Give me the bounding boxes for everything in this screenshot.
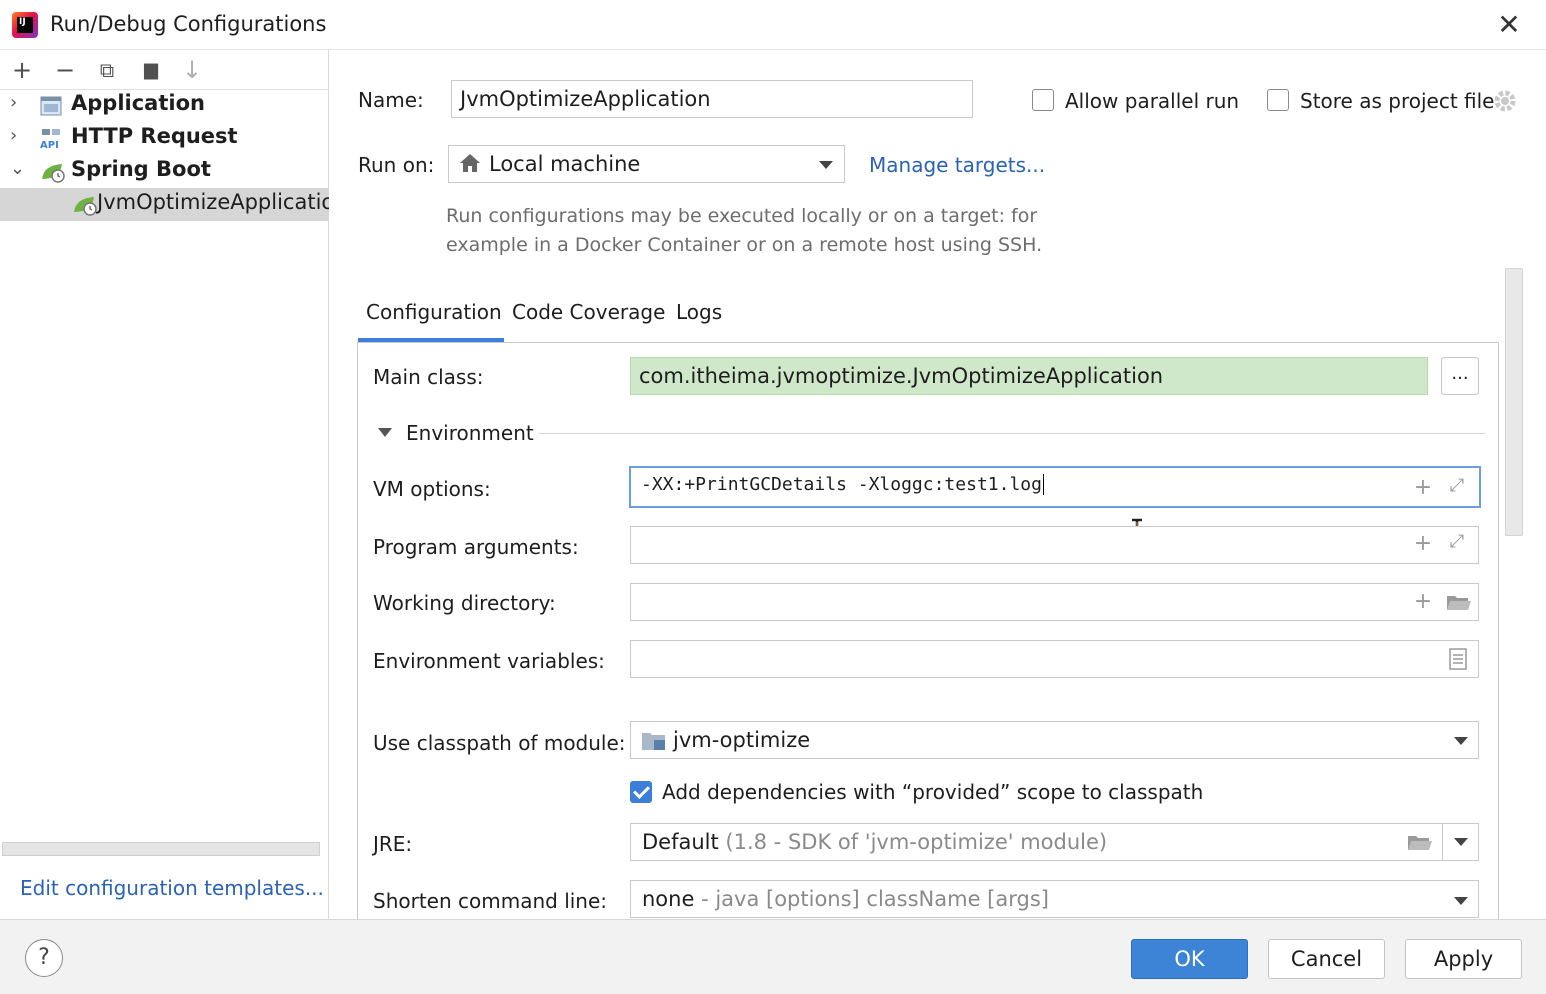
- window-title: Run/Debug Configurations: [50, 12, 327, 36]
- shorten-command-line-dropdown[interactable]: none - java [options] className [args]: [630, 880, 1479, 918]
- module-folder-icon: [641, 730, 667, 752]
- add-provided-dependencies-checkbox[interactable]: [630, 781, 652, 803]
- expand-field-icon[interactable]: ⤢: [1444, 531, 1470, 552]
- tab-configuration[interactable]: Configuration: [366, 300, 502, 324]
- expand-plus-icon[interactable]: +: [1410, 531, 1436, 556]
- tree-horizontal-scrollbar[interactable]: [2, 842, 320, 856]
- run-on-value: Local machine: [489, 152, 641, 176]
- add-provided-dependencies-label[interactable]: Add dependencies with “provided” scope t…: [662, 780, 1203, 804]
- spring-boot-icon: [40, 161, 65, 183]
- vm-options-label: VM options:: [373, 477, 491, 501]
- intellij-logo-icon: IJ: [12, 12, 38, 38]
- jre-hint: (1.8 - SDK of 'jvm-optimize' module): [725, 830, 1108, 854]
- main-class-label: Main class:: [373, 365, 484, 389]
- chevron-down-icon[interactable]: [819, 161, 833, 169]
- tab-code-coverage[interactable]: Code Coverage: [512, 300, 665, 324]
- working-directory-label: Working directory:: [373, 591, 556, 615]
- copy-icon[interactable]: ⧉: [93, 56, 121, 84]
- tree-item-label: Spring Boot: [71, 157, 211, 181]
- jre-value: Default: [642, 830, 719, 854]
- home-icon: [459, 153, 481, 173]
- tree-item-label: Application: [71, 91, 205, 115]
- allow-parallel-run-label[interactable]: Allow parallel run: [1065, 89, 1239, 113]
- name-input[interactable]: JvmOptimizeApplication: [451, 80, 973, 118]
- folder-open-icon[interactable]: [1446, 592, 1472, 612]
- store-as-project-file-label[interactable]: Store as project file: [1300, 89, 1494, 113]
- help-button[interactable]: ?: [25, 939, 63, 977]
- spring-boot-app-icon: [72, 194, 97, 216]
- classpath-module-value: jvm-optimize: [673, 728, 811, 752]
- environment-variables-input[interactable]: [630, 640, 1479, 678]
- working-directory-input[interactable]: [630, 583, 1479, 621]
- classpath-module-label: Use classpath of module:: [373, 731, 626, 755]
- collapse-triangle-icon[interactable]: [378, 428, 392, 437]
- section-divider: [539, 433, 1485, 434]
- application-icon: [40, 95, 62, 117]
- environment-section-label[interactable]: Environment: [406, 421, 534, 445]
- jre-label: JRE:: [373, 832, 413, 856]
- tree-item-spring-boot[interactable]: ⌄ Spring Boot: [0, 155, 329, 188]
- chevron-down-icon[interactable]: ⌄: [10, 158, 28, 179]
- edit-configuration-templates-link[interactable]: Edit configuration templates...: [20, 876, 324, 900]
- classpath-module-dropdown[interactable]: jvm-optimize: [630, 721, 1479, 759]
- run-on-dropdown[interactable]: Local machine: [448, 145, 845, 183]
- run-on-label: Run on:: [358, 153, 435, 177]
- expand-field-icon[interactable]: ⤢: [1444, 475, 1470, 496]
- store-as-project-file-checkbox[interactable]: [1267, 89, 1289, 111]
- vertical-scrollbar[interactable]: [1505, 268, 1523, 536]
- chevron-right-icon[interactable]: ›: [10, 92, 28, 113]
- gear-icon[interactable]: [1492, 88, 1518, 114]
- run-on-help-text: Run configurations may be executed local…: [446, 205, 1043, 256]
- program-arguments-label: Program arguments:: [373, 535, 579, 559]
- main-class-input[interactable]: com.itheima.jvmoptimize.JvmOptimizeAppli…: [630, 357, 1428, 395]
- shorten-value: none: [642, 887, 695, 911]
- manage-targets-link[interactable]: Manage targets...: [869, 153, 1045, 177]
- sort-icon[interactable]: ↓: [178, 56, 206, 84]
- api-icon: API: [40, 128, 62, 151]
- chevron-down-icon[interactable]: [1454, 838, 1468, 846]
- insert-macro-plus-icon[interactable]: +: [1410, 589, 1436, 614]
- add-icon[interactable]: +: [8, 56, 36, 84]
- svg-text:API: API: [40, 140, 59, 150]
- tree-item-jvm-optimize-application[interactable]: JvmOptimizeApplication: [0, 188, 329, 221]
- folder-open-icon[interactable]: [1407, 832, 1433, 852]
- shorten-hint: - java [options] className [args]: [701, 887, 1049, 911]
- vm-options-input[interactable]: -XX:+PrintGCDetails -Xloggc:test1.log: [629, 466, 1481, 508]
- ok-button[interactable]: OK: [1131, 939, 1248, 979]
- tree-item-application[interactable]: › Application: [0, 89, 329, 122]
- cancel-button[interactable]: Cancel: [1268, 939, 1385, 979]
- tree-item-http-request[interactable]: › API HTTP Request: [0, 122, 329, 155]
- folder-icon[interactable]: ▆: [137, 56, 165, 84]
- apply-button[interactable]: Apply: [1405, 939, 1522, 979]
- program-arguments-input[interactable]: [630, 526, 1479, 564]
- tree-item-label: JvmOptimizeApplication: [97, 190, 329, 214]
- edit-list-icon[interactable]: [1449, 648, 1467, 670]
- shorten-command-line-label: Shorten command line:: [373, 889, 608, 913]
- environment-variables-label: Environment variables:: [373, 649, 605, 673]
- vm-options-value: -XX:+PrintGCDetails -Xloggc:test1.log: [641, 474, 1042, 495]
- expand-plus-icon[interactable]: +: [1410, 475, 1436, 500]
- chevron-right-icon[interactable]: ›: [10, 125, 28, 146]
- jre-input[interactable]: Default (1.8 - SDK of 'jvm-optimize' mod…: [630, 823, 1443, 861]
- text-cursor: [1042, 474, 1044, 495]
- remove-icon[interactable]: −: [51, 56, 79, 84]
- tree-item-label: HTTP Request: [71, 124, 238, 148]
- browse-main-class-button[interactable]: ...: [1441, 357, 1479, 395]
- tab-logs[interactable]: Logs: [676, 300, 722, 324]
- name-label: Name:: [358, 88, 424, 112]
- chevron-down-icon[interactable]: [1454, 897, 1468, 905]
- allow-parallel-run-checkbox[interactable]: [1032, 89, 1054, 111]
- tree-toolbar: + − ⧉ ▆ ↓: [0, 50, 329, 90]
- chevron-down-icon[interactable]: [1454, 737, 1468, 745]
- close-icon[interactable]: ✕: [1492, 8, 1526, 42]
